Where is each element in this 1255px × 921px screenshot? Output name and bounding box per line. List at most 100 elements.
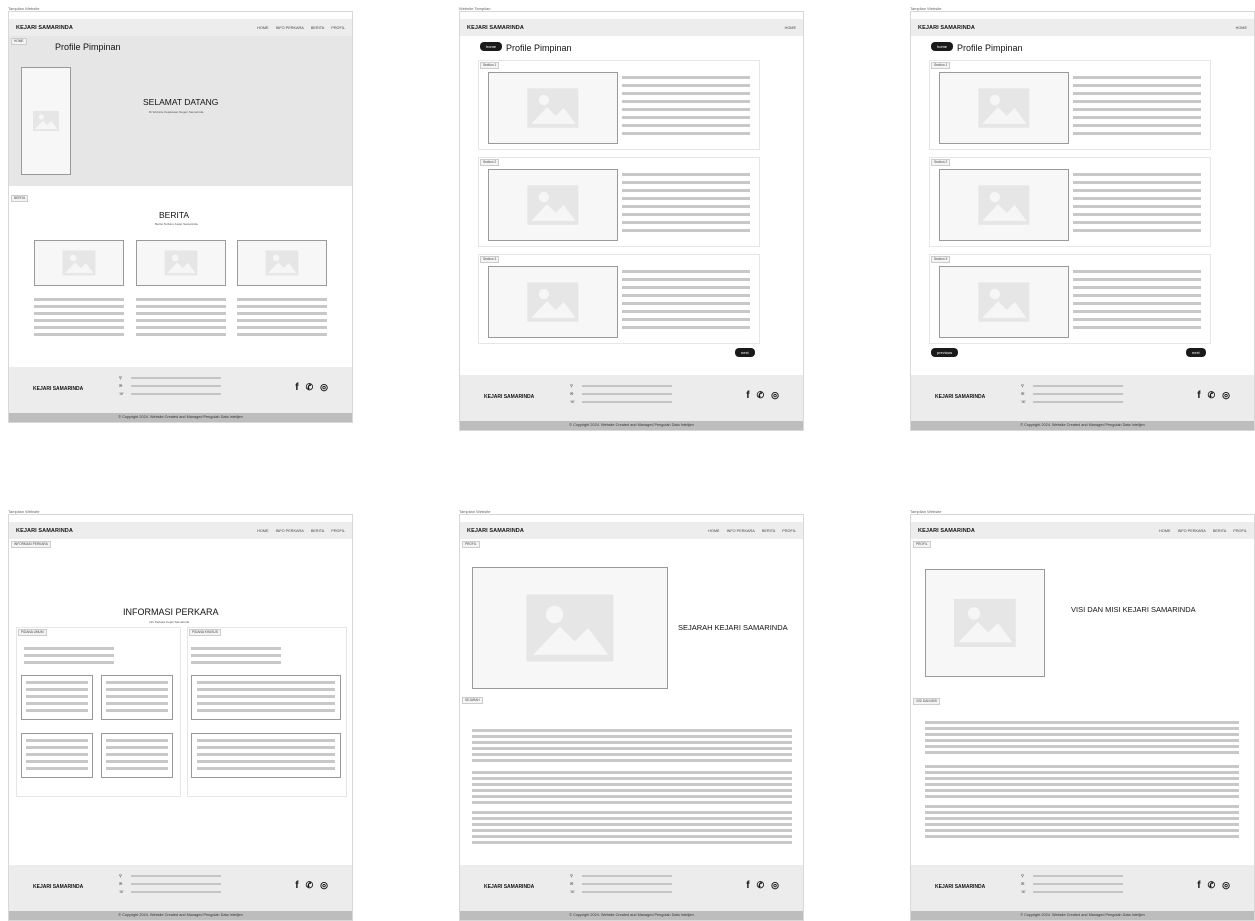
footer-contact-line: [582, 883, 672, 885]
leader-text-line: [1073, 108, 1201, 111]
news-text-line: [34, 326, 124, 329]
site-footer: KEJARI SAMARINDA ⚲ ✉ ☏ f ✆ ◎: [9, 367, 352, 413]
nav-item-info-perkara[interactable]: INFO PERKARA: [727, 529, 755, 533]
nav-menu: HOME INFO PERKARA BERITA PROFIL: [257, 26, 345, 30]
leader-text-line: [622, 270, 750, 273]
phone-icon: ☏: [570, 399, 576, 404]
leader-text-line: [1073, 173, 1201, 176]
nav-item-profil[interactable]: PROFIL: [331, 26, 345, 30]
next-button[interactable]: next: [735, 348, 755, 357]
section-label: Section 1: [480, 62, 500, 69]
image-placeholder-icon: [978, 88, 1030, 128]
footer-contact-line: [131, 393, 221, 395]
footer-contact-line: [131, 883, 221, 885]
social-links: f ✆ ◎: [295, 880, 328, 891]
facebook-icon[interactable]: f: [746, 880, 749, 891]
instagram-icon[interactable]: ◎: [771, 880, 779, 891]
whatsapp-icon[interactable]: ✆: [306, 880, 314, 891]
nav-item-home[interactable]: HOME: [1159, 529, 1170, 533]
nav-item-berita[interactable]: BERITA: [311, 529, 324, 533]
nav-item-berita[interactable]: BERITA: [1213, 529, 1226, 533]
phone-icon: ☏: [1021, 399, 1027, 404]
instagram-icon[interactable]: ◎: [1222, 880, 1230, 891]
nav-item-info-perkara[interactable]: INFO PERKARA: [276, 26, 304, 30]
whatsapp-icon[interactable]: ✆: [306, 382, 314, 393]
footer-contact-line: [131, 377, 221, 379]
case-text-line: [197, 767, 335, 770]
case-text-line: [106, 739, 168, 742]
facebook-icon[interactable]: f: [1197, 880, 1200, 891]
previous-button[interactable]: previous: [931, 348, 959, 357]
site-footer: KEJARI SAMARINDA ⚲ ✉ ☏ f ✆ ◎: [9, 865, 352, 911]
whatsapp-icon[interactable]: ✆: [1208, 880, 1216, 891]
leader-text-line: [622, 221, 750, 224]
sejarah-text-line: [472, 811, 792, 814]
nav-item-info-perkara[interactable]: INFO PERKARA: [276, 529, 304, 533]
facebook-icon[interactable]: f: [295, 880, 298, 891]
facebook-icon[interactable]: f: [746, 390, 749, 401]
nav-item-profil[interactable]: PROFIL: [331, 529, 345, 533]
instagram-icon[interactable]: ◎: [771, 390, 779, 401]
leader-text-line: [622, 294, 750, 297]
nav-item-home[interactable]: HOME: [785, 26, 796, 30]
navbar: KEJARI SAMARINDA HOME: [460, 19, 803, 36]
case-text-line: [26, 746, 88, 749]
home-button[interactable]: home: [480, 42, 503, 51]
next-button[interactable]: next: [1186, 348, 1206, 357]
case-text-line: [106, 688, 168, 691]
nav-item-profil[interactable]: PROFIL: [782, 529, 796, 533]
whatsapp-icon[interactable]: ✆: [757, 390, 765, 401]
news-text-line: [34, 298, 124, 301]
visi-text-line: [925, 739, 1239, 742]
image-placeholder-icon: [527, 88, 579, 128]
email-icon: ✉: [119, 881, 123, 886]
instagram-icon[interactable]: ◎: [320, 382, 328, 393]
footer-brand: KEJARI SAMARINDA: [935, 884, 986, 890]
leader-text-line: [1073, 76, 1201, 79]
facebook-icon[interactable]: f: [1197, 390, 1200, 401]
visi-text-line: [925, 751, 1239, 754]
copyright-bar: © Copyright 2024. Website Created and Ma…: [911, 421, 1254, 430]
nav-item-profil[interactable]: PROFIL: [1233, 529, 1247, 533]
pidana-khusus-tag: PIDANA KHUSUS: [189, 629, 221, 636]
location-pin-icon: ⚲: [119, 375, 122, 380]
nav-item-berita[interactable]: BERITA: [762, 529, 775, 533]
sejarah-text-line: [472, 829, 792, 832]
section-tag: INFORMASI PERKARA: [11, 541, 51, 548]
leader-text-line: [1073, 221, 1201, 224]
nav-item-home[interactable]: HOME: [257, 529, 268, 533]
sejarah-heading: SEJARAH KEJARI SAMARINDA: [678, 623, 788, 632]
image-placeholder-icon: [978, 185, 1030, 225]
whatsapp-icon[interactable]: ✆: [757, 880, 765, 891]
instagram-icon[interactable]: ◎: [1222, 390, 1230, 401]
case-text-line: [197, 753, 335, 756]
nav-item-home[interactable]: HOME: [257, 26, 268, 30]
nav-menu: HOME: [785, 26, 796, 30]
leader-text-line: [622, 318, 750, 321]
nav-menu: HOME INFO PERKARA BERITA PROFIL: [1159, 529, 1247, 533]
home-button[interactable]: home: [931, 42, 954, 51]
news-text-line: [136, 305, 226, 308]
nav-item-home[interactable]: HOME: [708, 529, 719, 533]
footer-brand: KEJARI SAMARINDA: [33, 884, 84, 890]
nav-item-berita[interactable]: BERITA: [311, 26, 324, 30]
nav-item-home[interactable]: HOME: [1236, 26, 1247, 30]
whatsapp-icon[interactable]: ✆: [1208, 390, 1216, 401]
visi-text-line: [925, 733, 1239, 736]
leader-text-line: [622, 205, 750, 208]
nav-item-info-perkara[interactable]: INFO PERKARA: [1178, 529, 1206, 533]
sejarah-text-line: [472, 823, 792, 826]
phone-icon: ☏: [119, 889, 125, 894]
facebook-icon[interactable]: f: [295, 382, 298, 393]
case-text-line: [26, 709, 88, 712]
case-text-line: [197, 746, 335, 749]
nav-menu: HOME INFO PERKARA BERITA PROFIL: [257, 529, 345, 533]
footer-contact-line: [1033, 883, 1123, 885]
instagram-icon[interactable]: ◎: [320, 880, 328, 891]
brand-logo: KEJARI SAMARINDA: [918, 24, 975, 31]
brand-logo: KEJARI SAMARINDA: [918, 527, 975, 534]
section-tag: HOME: [11, 38, 27, 45]
news-text-line: [34, 319, 124, 322]
image-placeholder-icon: [527, 185, 579, 225]
sejarah-subtag: SEJARAH: [462, 697, 483, 704]
